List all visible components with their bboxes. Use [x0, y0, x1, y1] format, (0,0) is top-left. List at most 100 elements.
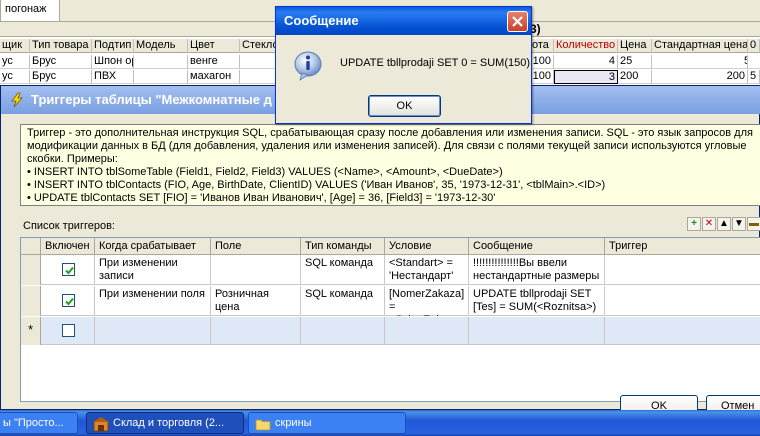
col-header-field[interactable]: Поле — [211, 238, 301, 255]
enabled-checkbox[interactable] — [62, 324, 75, 337]
col-header[interactable]: ота — [530, 39, 554, 53]
cell-message: UPDATE tbllprodaji SET [Tes] = SUM(<Rozn… — [469, 286, 605, 316]
cell: 100 — [530, 55, 554, 69]
checkmark-icon — [65, 297, 74, 306]
cell-condition: [NomerZakaza] = <SchetZakaz> — [385, 286, 469, 316]
message-text: UPDATE tbllprodaji SET 0 = SUM(150) — [340, 57, 531, 69]
header-indicator — [21, 238, 41, 255]
col-header-enabled[interactable]: Включен — [41, 238, 95, 255]
col-header[interactable]: Стекло — [240, 39, 280, 53]
taskbar-item-simple[interactable]: ы "Просто... — [0, 412, 78, 434]
add-icon[interactable]: + — [687, 217, 701, 231]
info-line: • INSERT INTO tblSomeTable (Field1, Fiel… — [27, 166, 503, 178]
cell: махагон — [188, 70, 240, 84]
trigger-info-box: Триггер - это дополнительная инструкция … — [20, 124, 760, 206]
close-button[interactable] — [507, 11, 528, 32]
col-header[interactable]: Тип товара — [30, 39, 92, 53]
taskbar-item-screens[interactable]: скрины — [248, 412, 406, 434]
info-line: модификации данных в БД (для добавления,… — [27, 140, 747, 152]
folder-icon — [255, 419, 271, 431]
info-line: • INSERT INTO tblContacts (FIO, Age, Bir… — [27, 179, 606, 191]
enabled-checkbox[interactable] — [62, 294, 75, 307]
lightning-icon — [11, 92, 23, 108]
cell-enabled — [41, 286, 95, 316]
cell: Шпон ор — [94, 55, 134, 69]
col-header[interactable]: Цена — [618, 39, 652, 53]
triggers-window-title: Триггеры таблицы "Межкомнатные д — [31, 92, 272, 107]
move-down-icon[interactable]: ▼ — [732, 217, 746, 231]
message-ok-button[interactable]: OK — [368, 95, 441, 117]
cell-cmd-type: SQL команда — [301, 286, 385, 316]
cell: Брус — [30, 55, 92, 69]
row-indicator — [21, 286, 41, 316]
trigger-list-label: Список триггеров: — [23, 220, 115, 232]
row-indicator — [21, 255, 41, 285]
cell-trigger[interactable] — [605, 317, 760, 345]
cell-trigger — [605, 255, 760, 285]
col-header-condition[interactable]: Условие — [385, 238, 469, 255]
cell-when: При изменении записи — [95, 255, 211, 285]
cell: венге — [188, 55, 240, 69]
warehouse-app-icon — [93, 417, 109, 432]
cell-selected[interactable]: 3 — [554, 70, 618, 84]
cell-enabled — [41, 255, 95, 285]
trigger-grid[interactable]: Включен Когда срабатывает Поле Тип коман… — [20, 237, 760, 402]
col-header[interactable]: Стандартная цена — [652, 39, 748, 53]
col-header[interactable]: Цвет — [188, 39, 240, 53]
col-header[interactable]: щик — [0, 39, 30, 53]
message-dialog-titlebar[interactable]: Сообщение — [276, 7, 531, 35]
cell — [134, 70, 188, 84]
cell: 200 — [618, 70, 652, 84]
cell-cmd-type: SQL команда — [301, 255, 385, 285]
cell: ус — [0, 55, 30, 69]
message-dialog: Сообщение UPDATE tbllprodaji SET 0 = SUM… — [275, 6, 532, 124]
cell: 4 — [554, 55, 618, 69]
new-row[interactable]: * — [21, 317, 760, 345]
cell-condition[interactable] — [385, 317, 469, 345]
cell-when: При изменении поля — [95, 286, 211, 316]
cell-cmd-type[interactable] — [301, 317, 385, 345]
col-header-when[interactable]: Когда срабатывает — [95, 238, 211, 255]
tab-pogonazh[interactable]: погонаж — [0, 0, 60, 22]
trigger-toolbar: + ✕ ▲ ▼ ▬ — [687, 217, 760, 233]
enabled-checkbox[interactable] — [62, 263, 75, 276]
table-row[interactable]: При изменении поля Розничная цена SQL ко… — [21, 286, 760, 316]
message-dialog-title: Сообщение — [284, 13, 359, 28]
table-row[interactable]: При изменении записи SQL команда <Standa… — [21, 255, 760, 285]
move-up-icon[interactable]: ▲ — [717, 217, 731, 231]
col-header[interactable]: 0 — [748, 39, 760, 53]
delete-icon[interactable]: ✕ — [702, 217, 716, 231]
cell — [134, 55, 188, 69]
col-header-cmd-type[interactable]: Тип команды — [301, 238, 385, 255]
checkmark-icon — [65, 266, 74, 275]
cell: 25 — [618, 55, 652, 69]
col-header[interactable]: Подтип — [92, 39, 134, 53]
cell-field[interactable] — [211, 317, 301, 345]
col-header[interactable]: Модель — [134, 39, 188, 53]
cell: Брус — [30, 70, 92, 84]
col-header-message[interactable]: Сообщение — [469, 238, 605, 255]
cell: 5 — [652, 55, 748, 69]
close-icon — [512, 16, 523, 27]
cell: ПВХ — [92, 70, 134, 84]
cell-condition: <Standart> = 'Нестандарт' — [385, 255, 469, 285]
taskbar-item-label: Склад и торговля (2... — [113, 417, 225, 429]
cell: ус — [0, 70, 30, 84]
col-header-trigger[interactable]: Триггер — [605, 238, 760, 255]
cell-trigger — [605, 286, 760, 316]
trigger-grid-header: Включен Когда срабатывает Поле Тип коман… — [21, 238, 760, 255]
taskbar-item-label: ы "Просто... — [3, 417, 64, 429]
taskbar-item-label: скрины — [275, 417, 312, 429]
cell-when[interactable] — [95, 317, 211, 345]
cell-message: !!!!!!!!!!!!!!!Вы ввели нестандартные ра… — [469, 255, 605, 285]
folder-icon[interactable]: ▬ — [747, 217, 760, 231]
cell-message[interactable] — [469, 317, 605, 345]
cell: 5 — [748, 70, 760, 84]
triggers-window: Триггеры таблицы "Межкомнатные д Триггер… — [0, 85, 760, 410]
cell-field — [211, 255, 301, 285]
cell-enabled — [41, 317, 95, 345]
col-header-quantity[interactable]: Количество — [554, 39, 618, 53]
taskbar-item-warehouse[interactable]: Склад и торговля (2... — [86, 412, 244, 434]
info-icon — [294, 51, 322, 81]
cell: 100 — [530, 70, 554, 84]
